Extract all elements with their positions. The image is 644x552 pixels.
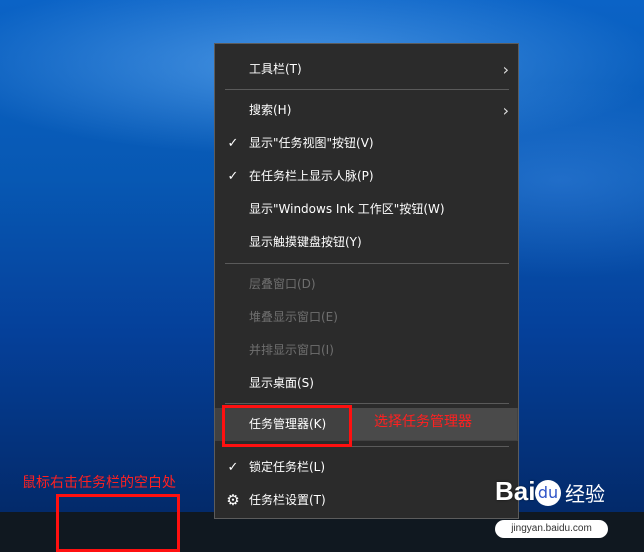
taskbar-context-menu: 工具栏(T) › 搜索(H) › ✓ 显示"任务视图"按钮(V) ✓ 在任务栏上…: [214, 43, 519, 519]
menu-item-label: 在任务栏上显示人脉(P): [249, 169, 374, 183]
menu-item-label: 堆叠显示窗口(E): [249, 310, 338, 324]
annotation-select-task-manager: 选择任务管理器: [374, 414, 472, 430]
menu-item-stack-windows: 堆叠显示窗口(E): [215, 301, 518, 334]
paw-icon: du: [535, 480, 561, 506]
menu-item-cascade-windows: 层叠窗口(D): [215, 268, 518, 301]
menu-item-taskbar-settings[interactable]: ⚙ 任务栏设置(T): [215, 484, 518, 517]
menu-item-label: 锁定任务栏(L): [249, 460, 326, 474]
menu-separator: [225, 263, 509, 264]
menu-separator: [225, 403, 509, 404]
menu-item-label: 任务栏设置(T): [249, 493, 326, 507]
menu-item-label: 显示桌面(S): [249, 376, 314, 390]
task-manager-highlight-box: [222, 405, 352, 447]
annotation-right-click-taskbar: 鼠标右击任务栏的空白处: [22, 475, 176, 491]
menu-item-label: 层叠窗口(D): [249, 277, 316, 291]
chevron-right-icon: ›: [502, 60, 509, 79]
gear-icon: ⚙: [226, 491, 240, 509]
checkmark-icon: ✓: [227, 136, 239, 151]
watermark-site: jingyan.baidu.com: [495, 520, 608, 538]
taskbar-blank-area-highlight-box: [56, 494, 180, 552]
menu-separator: [225, 89, 509, 90]
menu-item-label: 显示"Windows Ink 工作区"按钮(W): [249, 202, 445, 216]
menu-item-side-by-side-windows: 并排显示窗口(I): [215, 334, 518, 367]
menu-item-label: 并排显示窗口(I): [249, 343, 334, 357]
menu-item-toolbars[interactable]: 工具栏(T) ›: [215, 53, 518, 86]
menu-item-show-task-view-button[interactable]: ✓ 显示"任务视图"按钮(V): [215, 127, 518, 160]
menu-item-label: 显示触摸键盘按钮(Y): [249, 235, 362, 249]
checkmark-icon: ✓: [227, 460, 239, 475]
menu-item-label: 工具栏(T): [249, 62, 302, 76]
menu-item-search[interactable]: 搜索(H) ›: [215, 94, 518, 127]
menu-item-label: 搜索(H): [249, 103, 292, 117]
checkmark-icon: ✓: [227, 169, 239, 184]
menu-item-label: 显示"任务视图"按钮(V): [249, 136, 374, 150]
chevron-right-icon: ›: [502, 101, 509, 120]
menu-item-show-people[interactable]: ✓ 在任务栏上显示人脉(P): [215, 160, 518, 193]
menu-item-show-desktop[interactable]: 显示桌面(S): [215, 367, 518, 400]
watermark-brand: Bai: [495, 476, 536, 506]
menu-item-lock-taskbar[interactable]: ✓ 锁定任务栏(L): [215, 451, 518, 484]
watermark-cn: 经验: [565, 482, 605, 506]
menu-item-show-touch-keyboard-button[interactable]: 显示触摸键盘按钮(Y): [215, 226, 518, 259]
menu-item-show-windows-ink-button[interactable]: 显示"Windows Ink 工作区"按钮(W): [215, 193, 518, 226]
baidu-jingyan-watermark: Bai du 经验 jingyan.baidu.com: [487, 476, 627, 542]
